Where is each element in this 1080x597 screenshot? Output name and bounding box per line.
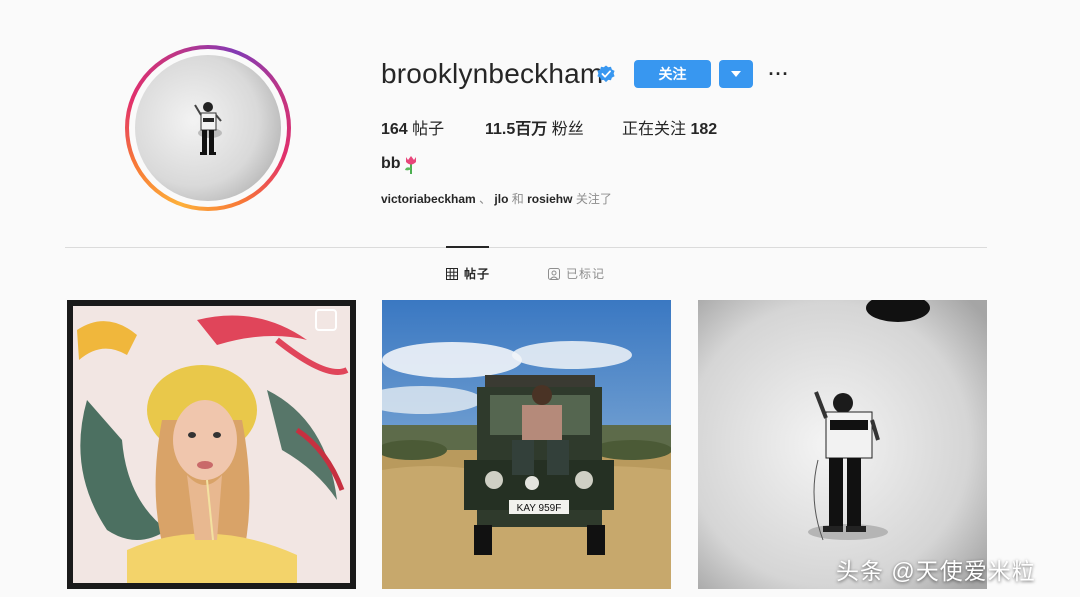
verified-badge-icon	[597, 65, 615, 83]
post-image-safari: KAY 959F	[382, 300, 671, 589]
post-thumbnail[interactable]	[698, 300, 987, 589]
tab-posts-label: 帖子	[464, 267, 491, 281]
tab-tagged-label: 已标记	[566, 267, 606, 281]
profile-avatar[interactable]	[125, 45, 291, 211]
following-label: 正在关注	[622, 121, 687, 138]
more-options-icon[interactable]: ···	[768, 60, 790, 88]
tulip-emoji-icon	[405, 156, 416, 174]
chevron-down-icon	[731, 71, 741, 77]
avatar-photo	[135, 55, 281, 201]
followed-by-account[interactable]: jlo	[494, 192, 508, 206]
avatar-border	[129, 49, 287, 207]
following-count: 182	[690, 121, 718, 138]
avatar-person-figure	[194, 102, 222, 155]
grid-icon	[446, 267, 458, 280]
post-image-studio	[698, 300, 987, 589]
tagged-icon	[548, 267, 560, 280]
followers-count: 11.5百万	[485, 121, 548, 138]
followed-by-and: 和	[511, 192, 524, 206]
active-tab-indicator	[446, 246, 489, 248]
followers-label: 粉丝	[551, 121, 584, 138]
tab-posts[interactable]: 帖子	[446, 265, 490, 282]
followers-stat[interactable]: 11.5百万 粉丝	[485, 115, 584, 139]
post-plate-text: KAY 959F	[517, 503, 562, 514]
follow-button[interactable]: 关注	[634, 60, 711, 88]
followed-by-account[interactable]: rosiehw	[527, 192, 572, 206]
followed-by-line: victoriabeckham 、 jlo 和 rosiehw 关注了	[381, 190, 612, 207]
suggested-accounts-dropdown-button[interactable]	[719, 60, 753, 88]
tab-tagged[interactable]: 已标记	[548, 265, 605, 282]
profile-bio-name: bb	[381, 155, 401, 172]
followed-by-suffix: 关注了	[575, 192, 612, 206]
post-thumbnail[interactable]: KAY 959F	[382, 300, 671, 589]
followed-by-separator: 、	[479, 192, 492, 206]
watermark-text: 头条 @天使爱米粒	[836, 558, 1036, 584]
tabs-divider	[65, 247, 987, 248]
followed-by-account[interactable]: victoriabeckham	[381, 192, 476, 206]
following-stat[interactable]: 正在关注 182	[622, 115, 717, 139]
post-image-portrait	[73, 306, 350, 583]
posts-count-label: 帖子	[412, 121, 445, 138]
posts-count-stat: 164 帖子	[381, 115, 444, 139]
post-thumbnail[interactable]	[67, 300, 356, 589]
posts-count: 164	[381, 121, 408, 138]
profile-username: brooklynbeckham	[381, 58, 604, 89]
